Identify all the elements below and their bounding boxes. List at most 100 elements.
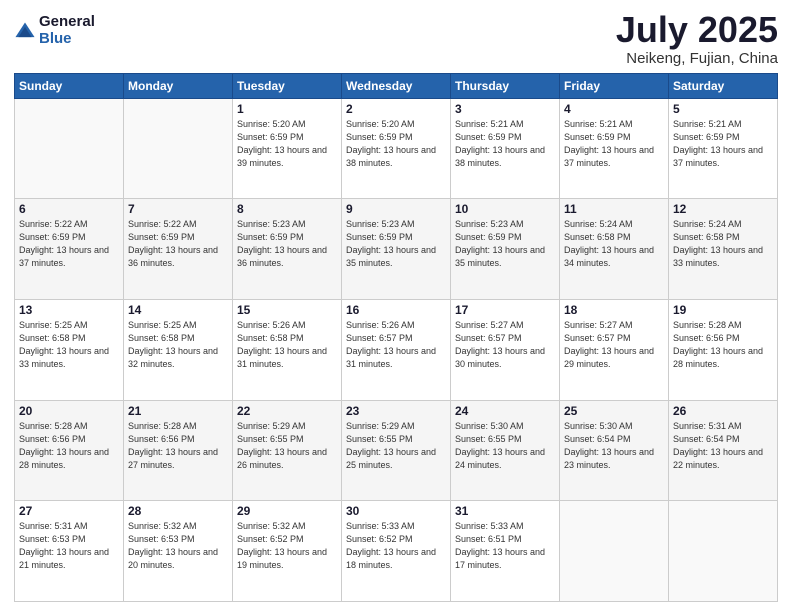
day-info: Sunrise: 5:27 AM Sunset: 6:57 PM Dayligh… — [455, 319, 555, 371]
table-row: 3 Sunrise: 5:21 AM Sunset: 6:59 PM Daylig… — [451, 98, 560, 199]
day-info: Sunrise: 5:30 AM Sunset: 6:54 PM Dayligh… — [564, 420, 664, 472]
day-number: 23 — [346, 404, 446, 418]
table-row: 4 Sunrise: 5:21 AM Sunset: 6:59 PM Daylig… — [560, 98, 669, 199]
day-number: 1 — [237, 102, 337, 116]
table-row: 30 Sunrise: 5:33 AM Sunset: 6:52 PM Dayli… — [342, 501, 451, 602]
col-monday: Monday — [124, 73, 233, 98]
day-number: 10 — [455, 202, 555, 216]
day-number: 22 — [237, 404, 337, 418]
table-row: 10 Sunrise: 5:23 AM Sunset: 6:59 PM Dayli… — [451, 199, 560, 300]
day-number: 28 — [128, 504, 228, 518]
day-number: 20 — [19, 404, 119, 418]
day-number: 27 — [19, 504, 119, 518]
day-number: 5 — [673, 102, 773, 116]
col-friday: Friday — [560, 73, 669, 98]
calendar-week-row: 13 Sunrise: 5:25 AM Sunset: 6:58 PM Dayli… — [15, 299, 778, 400]
table-row — [15, 98, 124, 199]
table-row: 6Sunrise: 5:22 AM Sunset: 6:59 PM Daylig… — [15, 199, 124, 300]
table-row: 16 Sunrise: 5:26 AM Sunset: 6:57 PM Dayli… — [342, 299, 451, 400]
header: General Blue July 2025 Neikeng, Fujian, … — [14, 10, 778, 67]
day-number: 13 — [19, 303, 119, 317]
title-block: July 2025 Neikeng, Fujian, China — [616, 10, 778, 67]
day-number: 12 — [673, 202, 773, 216]
table-row: 21 Sunrise: 5:28 AM Sunset: 6:56 PM Dayli… — [124, 400, 233, 501]
day-info: Sunrise: 5:22 AM Sunset: 6:59 PM Dayligh… — [128, 218, 228, 270]
day-number: 14 — [128, 303, 228, 317]
col-wednesday: Wednesday — [342, 73, 451, 98]
page: General Blue July 2025 Neikeng, Fujian, … — [0, 0, 792, 612]
day-number: 30 — [346, 504, 446, 518]
calendar-week-row: 1 Sunrise: 5:20 AM Sunset: 6:59 PM Daylig… — [15, 98, 778, 199]
logo-icon — [14, 21, 36, 43]
day-info: Sunrise: 5:23 AM Sunset: 6:59 PM Dayligh… — [346, 218, 446, 270]
table-row: 7 Sunrise: 5:22 AM Sunset: 6:59 PM Daylig… — [124, 199, 233, 300]
day-info: Sunrise: 5:31 AM Sunset: 6:53 PM Dayligh… — [19, 520, 119, 572]
day-info: Sunrise: 5:26 AM Sunset: 6:57 PM Dayligh… — [346, 319, 446, 371]
day-info: Sunrise: 5:28 AM Sunset: 6:56 PM Dayligh… — [673, 319, 773, 371]
day-info: Sunrise: 5:24 AM Sunset: 6:58 PM Dayligh… — [673, 218, 773, 270]
table-row: 9 Sunrise: 5:23 AM Sunset: 6:59 PM Daylig… — [342, 199, 451, 300]
table-row — [560, 501, 669, 602]
day-number: 11 — [564, 202, 664, 216]
col-sunday: Sunday — [15, 73, 124, 98]
table-row: 13 Sunrise: 5:25 AM Sunset: 6:58 PM Dayli… — [15, 299, 124, 400]
day-number: 18 — [564, 303, 664, 317]
table-row: 26 Sunrise: 5:31 AM Sunset: 6:54 PM Dayli… — [669, 400, 778, 501]
table-row: 17 Sunrise: 5:27 AM Sunset: 6:57 PM Dayli… — [451, 299, 560, 400]
table-row: 20Sunrise: 5:28 AM Sunset: 6:56 PM Dayli… — [15, 400, 124, 501]
calendar-week-row: 6 Sunrise: 5:22 AM Sunset: 6:59 PM Daylig… — [15, 199, 778, 300]
day-info: Sunrise: 5:21 AM Sunset: 6:59 PM Dayligh… — [673, 118, 773, 170]
day-info: Sunrise: 5:23 AM Sunset: 6:59 PM Dayligh… — [455, 218, 555, 270]
day-info: Sunrise: 5:33 AM Sunset: 6:52 PM Dayligh… — [346, 520, 446, 572]
day-info: Sunrise: 5:32 AM Sunset: 6:52 PM Dayligh… — [237, 520, 337, 572]
day-number: 19 — [673, 303, 773, 317]
day-number: 15 — [237, 303, 337, 317]
day-info: Sunrise: 5:20 AM Sunset: 6:59 PM Dayligh… — [346, 118, 446, 170]
day-number: 24 — [455, 404, 555, 418]
calendar-header-row: Sunday Monday Tuesday Wednesday Thursday… — [15, 73, 778, 98]
day-info: Sunrise: 5:25 AM Sunset: 6:58 PM Dayligh… — [128, 319, 228, 371]
day-number: 16 — [346, 303, 446, 317]
day-number: 25 — [564, 404, 664, 418]
day-info: Sunrise: 5:20 AM Sunset: 6:59 PM Dayligh… — [237, 118, 337, 170]
table-row: 18Sunrise: 5:27 AM Sunset: 6:57 PM Dayli… — [560, 299, 669, 400]
calendar-week-row: 27 Sunrise: 5:31 AM Sunset: 6:53 PM Dayli… — [15, 501, 778, 602]
table-row: 12 Sunrise: 5:24 AM Sunset: 6:58 PM Dayli… — [669, 199, 778, 300]
table-row: 1 Sunrise: 5:20 AM Sunset: 6:59 PM Daylig… — [233, 98, 342, 199]
day-info: Sunrise: 5:26 AM Sunset: 6:58 PM Dayligh… — [237, 319, 337, 371]
sub-title: Neikeng, Fujian, China — [616, 50, 778, 67]
day-info: Sunrise: 5:30 AM Sunset: 6:55 PM Dayligh… — [455, 420, 555, 472]
day-info: Sunrise: 5:21 AM Sunset: 6:59 PM Dayligh… — [564, 118, 664, 170]
table-row: 31Sunrise: 5:33 AM Sunset: 6:51 PM Dayli… — [451, 501, 560, 602]
calendar-week-row: 20 Sunrise: 5:28 AM Sunset: 6:56 PM Dayli… — [15, 400, 778, 501]
table-row: 28Sunrise: 5:32 AM Sunset: 6:53 PM Dayli… — [124, 501, 233, 602]
day-number: 17 — [455, 303, 555, 317]
day-info: Sunrise: 5:28 AM Sunset: 6:56 PM Dayligh… — [128, 420, 228, 472]
table-row: 2Sunrise: 5:20 AM Sunset: 6:59 PM Daylig… — [342, 98, 451, 199]
day-number: 31 — [455, 504, 555, 518]
day-info: Sunrise: 5:21 AM Sunset: 6:59 PM Dayligh… — [455, 118, 555, 170]
day-number: 3 — [455, 102, 555, 116]
day-info: Sunrise: 5:29 AM Sunset: 6:55 PM Dayligh… — [346, 420, 446, 472]
day-number: 26 — [673, 404, 773, 418]
day-number: 7 — [128, 202, 228, 216]
table-row: 29Sunrise: 5:32 AM Sunset: 6:52 PM Dayli… — [233, 501, 342, 602]
logo: General Blue — [14, 14, 95, 47]
logo-text: General Blue — [39, 14, 95, 47]
day-number: 4 — [564, 102, 664, 116]
table-row: 8Sunrise: 5:23 AM Sunset: 6:59 PM Daylig… — [233, 199, 342, 300]
table-row: 15 Sunrise: 5:26 AM Sunset: 6:58 PM Dayli… — [233, 299, 342, 400]
logo-blue: Blue — [39, 31, 95, 48]
table-row: 24 Sunrise: 5:30 AM Sunset: 6:55 PM Dayli… — [451, 400, 560, 501]
day-number: 6 — [19, 202, 119, 216]
table-row: 5 Sunrise: 5:21 AM Sunset: 6:59 PM Daylig… — [669, 98, 778, 199]
day-info: Sunrise: 5:23 AM Sunset: 6:59 PM Dayligh… — [237, 218, 337, 270]
table-row: 22Sunrise: 5:29 AM Sunset: 6:55 PM Dayli… — [233, 400, 342, 501]
day-info: Sunrise: 5:25 AM Sunset: 6:58 PM Dayligh… — [19, 319, 119, 371]
table-row: 25 Sunrise: 5:30 AM Sunset: 6:54 PM Dayli… — [560, 400, 669, 501]
day-number: 9 — [346, 202, 446, 216]
table-row — [124, 98, 233, 199]
day-info: Sunrise: 5:31 AM Sunset: 6:54 PM Dayligh… — [673, 420, 773, 472]
day-number: 21 — [128, 404, 228, 418]
col-tuesday: Tuesday — [233, 73, 342, 98]
